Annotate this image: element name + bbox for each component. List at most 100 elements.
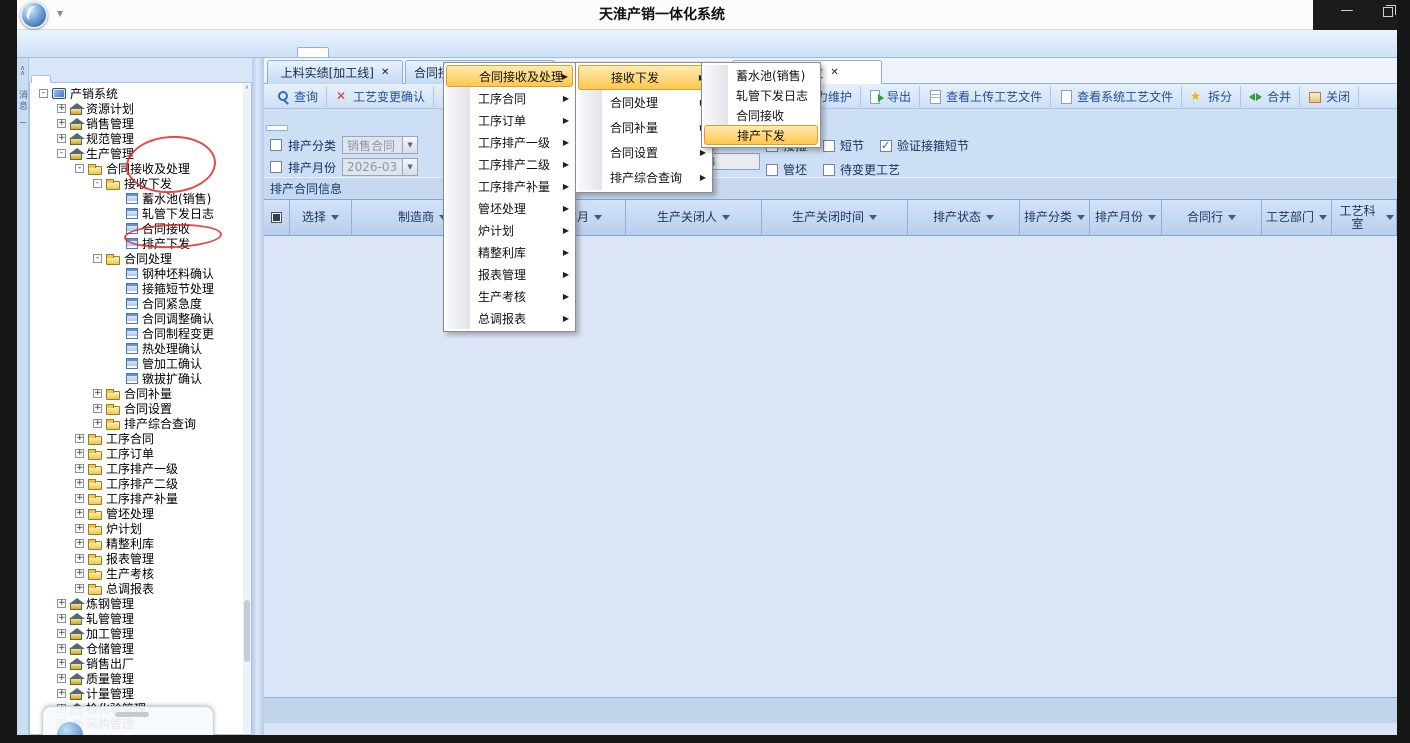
tree-toggle-icon[interactable]: -: [93, 254, 102, 263]
tree-item[interactable]: - 产销系统: [30, 86, 251, 101]
tree-scrollbar[interactable]: ∧: [243, 84, 251, 733]
tree-item[interactable]: 热处理确认: [30, 341, 251, 356]
filter-icon[interactable]: [722, 215, 730, 220]
menubar-item[interactable]: [569, 48, 599, 57]
filter-icon[interactable]: [986, 215, 994, 220]
tree-toggle-icon[interactable]: +: [57, 629, 66, 638]
menu-item[interactable]: 排产综合查询 ▶: [578, 165, 710, 190]
tree-toggle-icon[interactable]: -: [93, 179, 102, 188]
schedule-class-select[interactable]: 销售合同 ▼: [342, 136, 418, 154]
checkbox-option[interactable]: 短节: [823, 137, 864, 154]
tree-item[interactable]: + 管坯处理: [30, 506, 251, 521]
tree-item[interactable]: + 合同补量: [30, 386, 251, 401]
drag-handle[interactable]: [115, 712, 149, 717]
grid-column-header[interactable]: 排产月份: [1090, 200, 1162, 235]
tree-toggle-icon[interactable]: +: [57, 104, 66, 113]
tree-item[interactable]: + 计量管理: [30, 686, 251, 701]
checkbox[interactable]: [270, 161, 282, 173]
tree-toggle-icon[interactable]: +: [75, 449, 84, 458]
floating-widget[interactable]: [42, 706, 214, 737]
toolbar-button[interactable]: 工艺变更确认: [327, 86, 434, 107]
checkbox[interactable]: [766, 164, 778, 176]
checkbox[interactable]: [880, 140, 892, 152]
filter-icon[interactable]: [1148, 215, 1156, 220]
menu-item[interactable]: 合同补量 ▶: [578, 115, 710, 140]
grid-column-header[interactable]: 工艺部门: [1262, 200, 1332, 235]
filter-icon[interactable]: [1386, 215, 1394, 220]
tree-item[interactable]: + 质量管理: [30, 671, 251, 686]
tree-toggle-icon[interactable]: +: [93, 404, 102, 413]
tree-toggle-icon[interactable]: +: [57, 614, 66, 623]
grid-column-header[interactable]: 生产关闭时间: [762, 200, 908, 235]
tree-item[interactable]: 钢种坯料确认: [30, 266, 251, 281]
toolbar-button[interactable]: 查看系统工艺文件: [1051, 86, 1182, 107]
menubar-item[interactable]: [389, 48, 419, 57]
tree-item[interactable]: + 炉计划: [30, 521, 251, 536]
tree-item[interactable]: + 工序排产二级: [30, 476, 251, 491]
tree-toggle-icon[interactable]: +: [93, 389, 102, 398]
menu-item[interactable]: 合同接收: [704, 105, 818, 125]
tree-toggle-icon[interactable]: +: [57, 644, 66, 653]
checkbox-option[interactable]: 管坯: [766, 161, 807, 178]
tree-toggle-icon[interactable]: -: [39, 89, 48, 98]
menu-item[interactable]: 工序排产二级 ▶: [446, 153, 573, 175]
tree-item[interactable]: + 资源计划: [30, 101, 251, 116]
tree-toggle-icon[interactable]: +: [75, 584, 84, 593]
tree-item[interactable]: + 规范管理: [30, 131, 251, 146]
tree-item[interactable]: + 工序排产补量: [30, 491, 251, 506]
minimize-button[interactable]: —: [1339, 4, 1355, 20]
tree-item[interactable]: + 炼钢管理: [30, 596, 251, 611]
tree-item[interactable]: - 接收下发: [30, 176, 251, 191]
tree-toggle-icon[interactable]: +: [75, 569, 84, 578]
tree-item[interactable]: + 销售管理: [30, 116, 251, 131]
panel-splitter[interactable]: [252, 58, 264, 735]
tree-toggle-icon[interactable]: +: [57, 689, 66, 698]
select-all-column-header[interactable]: [264, 200, 290, 235]
menubar-item[interactable]: [509, 48, 539, 57]
checkbox-option[interactable]: 验证接箍短节: [880, 137, 969, 154]
menubar-item[interactable]: [329, 48, 359, 57]
menu-item[interactable]: 蓄水池(销售): [704, 65, 818, 85]
tree-item[interactable]: + 轧管管理: [30, 611, 251, 626]
filter-icon[interactable]: [869, 215, 877, 220]
tree-toggle-icon[interactable]: +: [75, 479, 84, 488]
close-icon[interactable]: ✕: [830, 67, 838, 78]
checkbox[interactable]: [270, 139, 282, 151]
tree-item[interactable]: + 总调报表: [30, 581, 251, 596]
checkbox[interactable]: [823, 140, 835, 152]
tree-toggle-icon[interactable]: +: [93, 419, 102, 428]
tree-item[interactable]: 镦拔扩确认: [30, 371, 251, 386]
restore-button[interactable]: [1383, 7, 1393, 17]
tree-item[interactable]: 管加工确认: [30, 356, 251, 371]
grid-column-header[interactable]: 合同行: [1162, 200, 1262, 235]
sidebar-tab[interactable]: [69, 76, 87, 82]
tree-item[interactable]: 合同紧急度: [30, 296, 251, 311]
tree-item[interactable]: + 排产综合查询: [30, 416, 251, 431]
menubar-item[interactable]: [359, 48, 389, 57]
menu-item[interactable]: 工序排产补量 ▶: [446, 175, 573, 197]
toolbar-button[interactable]: 拆分: [1182, 86, 1241, 107]
menubar-item[interactable]: [629, 48, 659, 57]
menubar-item[interactable]: [237, 48, 267, 57]
tree-item[interactable]: + 工序订单: [30, 446, 251, 461]
chevron-down-icon[interactable]: ▼: [402, 159, 417, 175]
tree-toggle-icon[interactable]: +: [75, 524, 84, 533]
menubar-item[interactable]: [267, 48, 297, 57]
menubar-item[interactable]: [207, 48, 237, 57]
toolbar-button[interactable]: 合并: [1241, 86, 1300, 107]
menubar-item[interactable]: [599, 48, 629, 57]
menu-item[interactable]: 排产下发: [704, 125, 818, 145]
tree-item[interactable]: + 工序排产一级: [30, 461, 251, 476]
grid-column-header[interactable]: 排产状态: [908, 200, 1020, 235]
menu-item[interactable]: 轧管下发日志: [704, 85, 818, 105]
toolbar-button[interactable]: 导出: [861, 86, 920, 107]
tree-item[interactable]: + 合同设置: [30, 401, 251, 416]
filter-icon[interactable]: [331, 215, 339, 220]
menu-item[interactable]: 炉计划 ▶: [446, 219, 573, 241]
tree-item[interactable]: 轧管下发日志: [30, 206, 251, 221]
tree-toggle-icon[interactable]: +: [75, 554, 84, 563]
tree-toggle-icon[interactable]: +: [75, 464, 84, 473]
menu-item[interactable]: 管坯处理 ▶: [446, 197, 573, 219]
filter-icon[interactable]: [1228, 215, 1236, 220]
toolbar-button[interactable]: 查询: [268, 86, 327, 107]
